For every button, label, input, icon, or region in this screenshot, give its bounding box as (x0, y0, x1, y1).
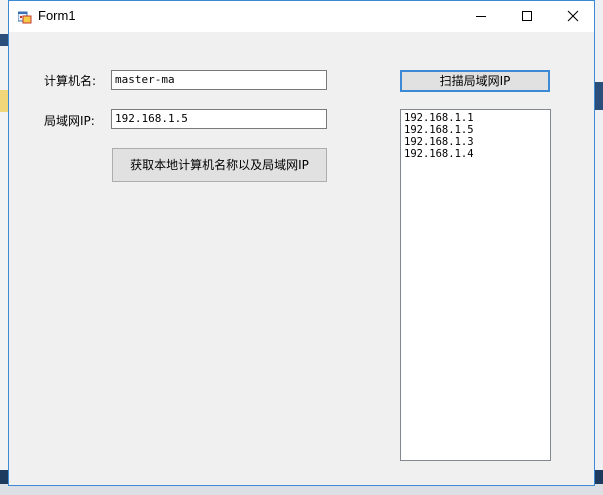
background-strip (0, 90, 8, 112)
computer-name-field[interactable]: master-ma (111, 70, 327, 90)
background-right-edge (595, 0, 603, 495)
maximize-icon (522, 11, 532, 21)
close-button[interactable] (550, 1, 596, 31)
computer-name-label: 计算机名: (44, 74, 97, 88)
close-icon (567, 10, 579, 22)
list-item[interactable]: 192.168.1.3 (404, 136, 550, 148)
minimize-button[interactable] (458, 1, 504, 31)
window-title: Form1 (38, 8, 76, 23)
ip-listbox[interactable]: 192.168.1.1 192.168.1.5 192.168.1.3 192.… (400, 109, 551, 461)
winforms-app-icon (17, 9, 32, 24)
background-left-edge (0, 0, 8, 495)
form1-window: Form1 计算机名: master-ma 局域网IP: 192.168.1.5… (8, 0, 595, 486)
minimize-icon (476, 16, 486, 17)
list-item[interactable]: 192.168.1.4 (404, 148, 550, 160)
background-strip (0, 34, 8, 46)
background-strip (595, 82, 603, 110)
list-item[interactable]: 192.168.1.5 (404, 124, 550, 136)
lan-ip-field[interactable]: 192.168.1.5 (111, 109, 327, 129)
title-bar[interactable]: Form1 (9, 1, 594, 32)
lan-ip-label: 局域网IP: (44, 114, 95, 128)
get-local-info-button[interactable]: 获取本地计算机名称以及局域网IP (112, 148, 327, 182)
maximize-button[interactable] (504, 1, 550, 31)
scan-lan-ip-button[interactable]: 扫描局域网IP (400, 70, 550, 92)
list-item[interactable]: 192.168.1.1 (404, 112, 550, 124)
